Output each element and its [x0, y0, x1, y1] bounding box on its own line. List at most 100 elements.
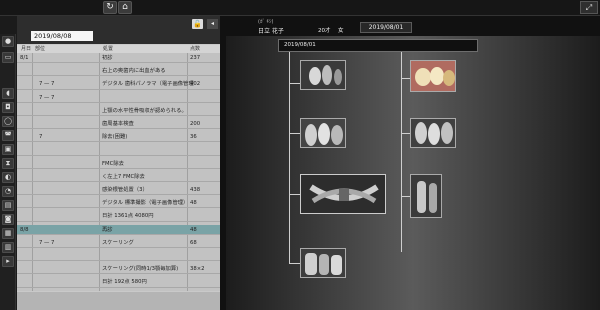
table-row[interactable]: 右上の奥歯内に出血がある — [17, 66, 220, 77]
refresh-button[interactable]: ↻ — [103, 1, 117, 14]
collapse-button[interactable]: ◂ — [207, 19, 218, 29]
tree-branch — [289, 83, 300, 84]
xray-thumbnail[interactable] — [300, 60, 346, 90]
tool-sidebar: ● ▭ ◖ ◘ ◯ ◚ ▣ ⧗ ◐ ◔ ▤ ◙ ▦ ▥ ▸ — [0, 34, 16, 310]
cell-treatment: FMC除去 — [102, 160, 124, 167]
xray-thumbnail[interactable] — [300, 118, 346, 148]
panoramic-xray-thumbnail[interactable] — [300, 174, 386, 214]
cell-points: 438 — [190, 187, 201, 193]
patient-name: 日立 花子 — [258, 28, 284, 35]
table-row[interactable]: 歯周基本検査 200 — [17, 119, 220, 130]
viewer-date-field[interactable]: 2019/08/01 — [360, 22, 412, 33]
cell-treatment: 感染根管処置（3） — [102, 187, 148, 193]
patient-age: 20才 — [318, 28, 331, 34]
jaw-icon[interactable]: ▣ — [2, 144, 14, 155]
tree-branch — [401, 78, 410, 79]
table-row[interactable]: 7 — 7 デジタル 歯科パノラマ（電子画像管理 402 — [17, 79, 220, 90]
table-row[interactable]: 8/8 再診 48 — [17, 224, 220, 235]
cell-points: 237 — [190, 55, 201, 61]
camera-icon[interactable]: ◙ — [2, 214, 14, 225]
record-date-field[interactable]: 2019/08/08 — [31, 31, 93, 41]
table-row[interactable]: FMC除去 — [17, 159, 220, 169]
table-row[interactable]: く左上7 FMC除去 — [17, 172, 220, 183]
table-row[interactable] — [17, 251, 220, 262]
column-header: 月日 部位 処置 点数 — [17, 45, 220, 53]
split-icon[interactable]: ⧗ — [2, 158, 14, 169]
cell-treatment: スケーリング — [102, 239, 134, 246]
table-row[interactable]: 感染根管処置（3） 438 — [17, 185, 220, 196]
col-date: 月日 — [21, 46, 32, 52]
user-icon[interactable]: ● — [2, 36, 14, 47]
table-row[interactable]: 日計 192点 580円 — [17, 277, 220, 288]
cell-treatment: 右上の奥歯内に出血がある — [102, 68, 166, 75]
cell-treatment: 日計 192点 580円 — [102, 279, 147, 286]
teeth-icon[interactable]: ◘ — [2, 102, 14, 113]
image-group-title: 2019/08/01 — [278, 39, 478, 52]
cell-treatment: 日計 1361点 4080円 — [102, 213, 154, 220]
top-toolbar: ↻ ⌂ ⤢ — [0, 0, 600, 16]
intraoral-photo-thumbnail[interactable] — [410, 60, 456, 92]
cell-treatment: 初診 — [102, 55, 113, 61]
table-row[interactable]: デジタル 標準撮影（電子画像管理） 48 — [17, 198, 220, 209]
xray-thumbnail[interactable] — [410, 118, 456, 148]
col-points: 点数 — [190, 46, 201, 52]
col-treatment: 処置 — [103, 46, 114, 52]
table-row[interactable]: 7 — 7 スケーリング 68 — [17, 238, 220, 249]
cell-treatment: デジタル 標準撮影（電子画像管理） — [102, 200, 189, 207]
cell-points: 200 — [190, 121, 201, 127]
gauge-icon[interactable]: ◔ — [2, 186, 14, 197]
panel-footer — [17, 292, 220, 310]
image-icon[interactable]: ▦ — [2, 228, 14, 239]
patient-sex: 女 — [338, 28, 344, 34]
cell-points: 38×2 — [190, 266, 205, 273]
record-table: 8/1 初診 237 右上の奥歯内に出血がある 7 — 7 デジタル 歯科パノラマ（電子画… — [17, 53, 220, 291]
table-row[interactable]: 7 — 7 — [17, 93, 220, 103]
table-row[interactable]: スケーリング(同時1/3顎毎加算) 38×2 — [17, 264, 220, 275]
cell-site: 7 — 7 — [39, 239, 55, 246]
cell-treatment: デジタル 歯科パノラマ（電子画像管理 — [102, 81, 194, 88]
play-icon[interactable]: ▸ — [2, 256, 14, 267]
mouth-icon[interactable]: ◚ — [2, 130, 14, 141]
tree-branch — [289, 133, 300, 134]
cell-points: 48 — [190, 226, 197, 233]
home-button[interactable]: ⌂ — [118, 1, 132, 14]
calculator-icon[interactable]: ▥ — [2, 242, 14, 253]
cell-treatment: スケーリング(同時1/3顎毎加算) — [102, 266, 179, 273]
cell-treatment: 除去(困難) — [102, 134, 128, 141]
tooth-icon[interactable]: ◖ — [2, 88, 14, 99]
patient-kana: (ｶﾞ ｷｼ) — [258, 19, 274, 25]
cell-date: 8/1 — [20, 55, 29, 61]
xray-thumbnail[interactable] — [300, 248, 346, 278]
tree-line — [401, 52, 402, 252]
table-row[interactable]: 8/1 初診 237 — [17, 53, 220, 64]
cell-site: 7 — 7 — [39, 81, 55, 88]
tree-branch — [289, 263, 300, 264]
tree-branch — [401, 196, 410, 197]
cell-treatment: 再診 — [102, 226, 113, 233]
patient-header: (ｶﾞ ｷｼ) 日立 花子 20才 女 2019/08/01 — [226, 16, 600, 36]
table-row[interactable]: 7 除去(困難) 36 — [17, 132, 220, 143]
table-row[interactable] — [17, 145, 220, 156]
document-icon[interactable]: ▤ — [2, 200, 14, 211]
table-row[interactable]: 日計 1361点 4080円 — [17, 211, 220, 222]
fullscreen-button[interactable]: ⤢ — [580, 1, 598, 14]
unlock-icon[interactable]: 🔓 — [192, 19, 203, 29]
crown-icon[interactable]: ◐ — [2, 172, 14, 183]
cell-points: 402 — [190, 81, 201, 88]
ring-icon[interactable]: ◯ — [2, 116, 14, 127]
tree-branch — [289, 194, 300, 195]
table-row[interactable]: 上顎の水平性骨吸収が認められる。 — [17, 106, 220, 117]
record-header: 2019/08/08 🔓 ◂ — [17, 16, 220, 44]
col-site: 部位 — [35, 46, 46, 52]
cell-site: 7 — [39, 134, 43, 141]
treatment-record-panel: 2019/08/08 🔓 ◂ 月日 部位 処置 点数 8/1 初診 237 右上の奥歯… — [17, 16, 220, 310]
cell-treatment: 上顎の水平性骨吸収が認められる。 — [102, 107, 187, 114]
cell-points: 48 — [190, 200, 197, 207]
chart-icon[interactable]: ▭ — [2, 52, 14, 63]
cell-points: 36 — [190, 134, 197, 141]
cell-site: 7 — 7 — [39, 94, 55, 101]
image-viewer: (ｶﾞ ｷｼ) 日立 花子 20才 女 2019/08/01 2019/08/0… — [226, 16, 600, 310]
tree-branch — [401, 133, 410, 134]
xray-thumbnail[interactable] — [410, 174, 442, 218]
cell-points: 68 — [190, 239, 197, 246]
